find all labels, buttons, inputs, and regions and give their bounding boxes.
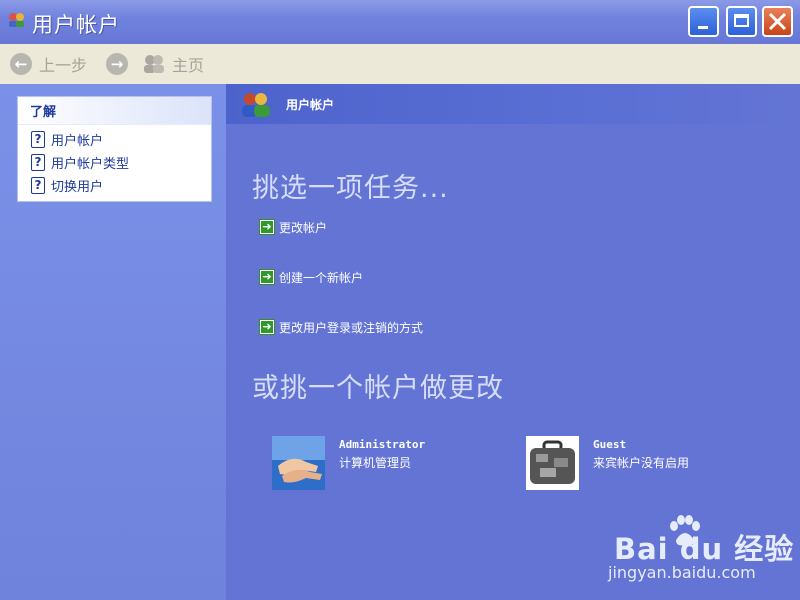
sidebar-item-label: 用户帐户类型 — [51, 156, 130, 172]
user-accounts-icon — [9, 13, 24, 27]
sidebar-item-user-accounts[interactable]: ? 用户帐户 — [31, 129, 103, 149]
main-content: 用户帐户 挑选一项任务... ➜ 更改帐户 ➜ 创建一个新帐户 ➜ 更改用户登录… — [226, 84, 800, 530]
title-bar[interactable]: 用户帐户 — [0, 0, 800, 44]
account-administrator[interactable]: Administrator 计算机管理员 — [272, 436, 512, 492]
account-name: Guest — [593, 438, 627, 451]
learn-about-header: 了解 — [18, 97, 211, 125]
pick-account-heading: 或挑一个帐户做更改 — [252, 373, 504, 404]
green-arrow-icon: ➜ — [259, 269, 275, 285]
minimize-icon — [698, 26, 708, 29]
baidu-watermark: Bai du 经验 jingyan.baidu.com — [606, 512, 800, 600]
account-description: 来宾帐户没有启用 — [593, 456, 690, 470]
pick-task-heading: 挑选一项任务... — [252, 173, 449, 204]
back-button[interactable]: ← 上一步 — [10, 52, 87, 76]
back-label: 上一步 — [39, 56, 88, 75]
task-change-logon[interactable]: ➜ 更改用户登录或注销的方式 — [259, 317, 423, 337]
sidebar-item-label: 切换用户 — [51, 179, 104, 195]
forward-arrow-icon: → — [106, 53, 128, 75]
account-name: Administrator — [339, 438, 426, 451]
forward-button[interactable]: → — [106, 52, 128, 76]
navigation-toolbar: ← 上一步 → 主页 — [0, 44, 800, 85]
sidebar-item-account-types[interactable]: ? 用户帐户类型 — [31, 152, 129, 172]
sidebar-item-switch-user[interactable]: ? 切换用户 — [31, 175, 103, 195]
learn-about-box: 了解 ? 用户帐户 ? 用户帐户类型 ? 切换用户 — [17, 96, 212, 202]
home-label: 主页 — [172, 56, 205, 75]
hands-avatar-icon — [272, 436, 325, 490]
sidebar-item-label: 用户帐户 — [51, 133, 104, 149]
maximize-icon — [734, 14, 749, 27]
suitcase-avatar-icon — [526, 436, 579, 490]
minimize-button[interactable] — [688, 6, 719, 37]
green-arrow-icon: ➜ — [259, 319, 275, 335]
account-description: 计算机管理员 — [339, 456, 412, 470]
close-button[interactable] — [762, 6, 793, 37]
task-change-account[interactable]: ➜ 更改帐户 — [259, 217, 327, 237]
main-header-title: 用户帐户 — [286, 98, 335, 112]
home-users-icon — [144, 55, 164, 73]
help-icon: ? — [31, 176, 45, 194]
maximize-button[interactable] — [726, 6, 757, 37]
watermark-logo-text: Bai du 经验 — [614, 532, 795, 566]
back-arrow-icon: ← — [10, 53, 32, 75]
task-label: 更改用户登录或注销的方式 — [279, 320, 424, 335]
task-label: 创建一个新帐户 — [279, 270, 364, 285]
home-button[interactable]: 主页 — [142, 52, 204, 76]
task-create-account[interactable]: ➜ 创建一个新帐户 — [259, 267, 363, 287]
task-label: 更改帐户 — [279, 220, 328, 235]
main-header: 用户帐户 — [226, 84, 800, 124]
green-arrow-icon: ➜ — [259, 219, 275, 235]
task-pane: 了解 ? 用户帐户 ? 用户帐户类型 ? 切换用户 — [0, 84, 226, 600]
user-accounts-icon — [242, 93, 270, 117]
account-guest[interactable]: Guest 来宾帐户没有启用 — [526, 436, 766, 492]
help-icon: ? — [31, 153, 45, 171]
help-icon: ? — [31, 130, 45, 148]
close-icon — [768, 12, 787, 31]
window-title: 用户帐户 — [32, 13, 120, 37]
watermark-url: jingyan.baidu.com — [608, 563, 756, 582]
